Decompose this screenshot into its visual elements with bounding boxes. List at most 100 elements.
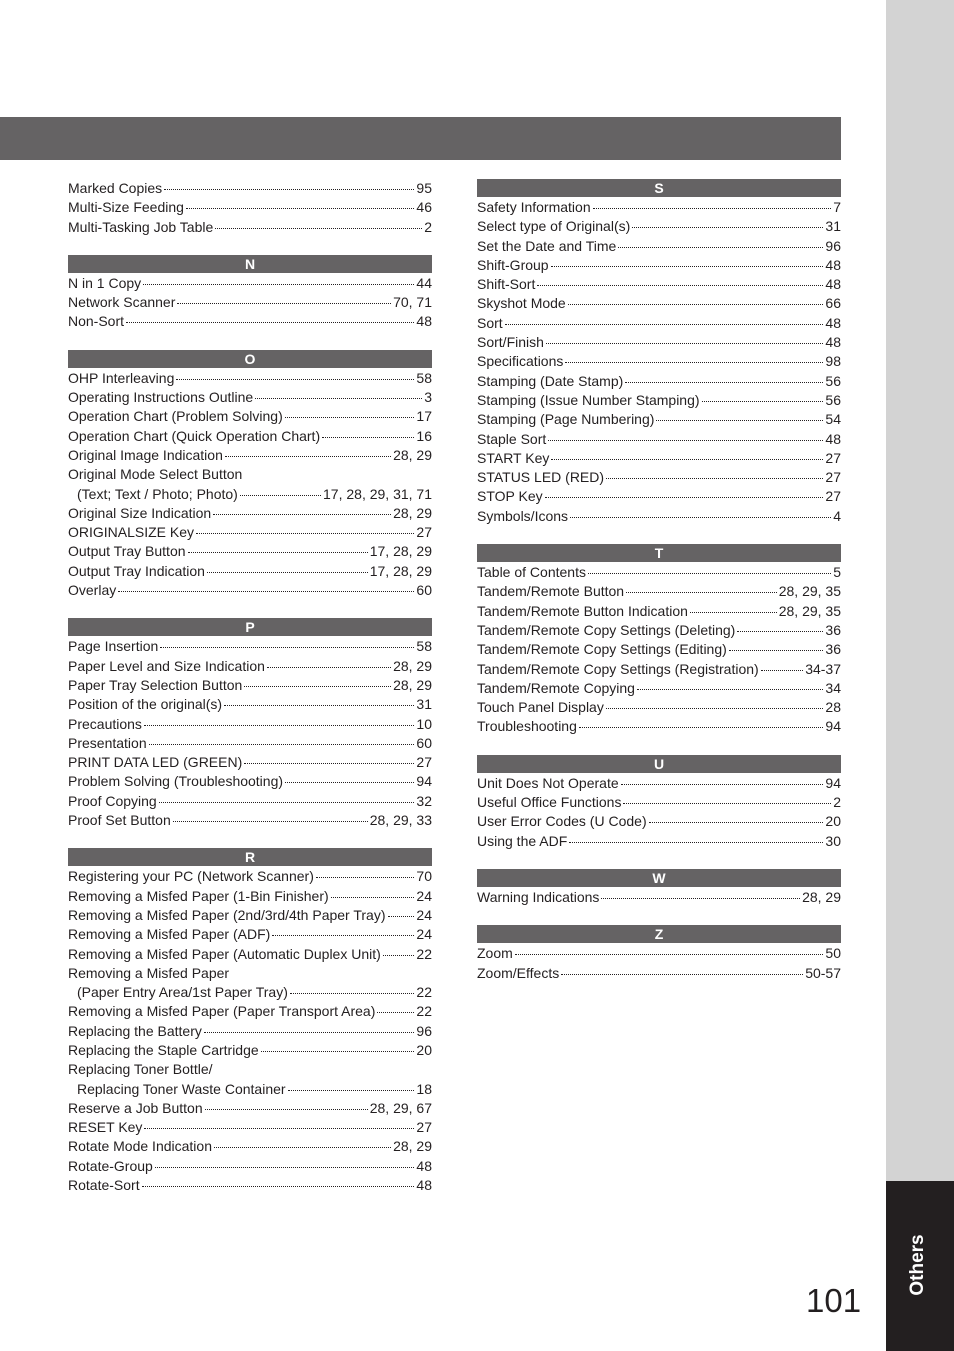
index-entry[interactable]: Select type of Original(s) 31 <box>477 217 841 236</box>
index-entry[interactable]: Removing a Misfed Paper (1-Bin Finisher)… <box>68 887 432 906</box>
index-entry[interactable]: ORIGINALSIZE Key 27 <box>68 523 432 542</box>
index-entry[interactable]: Warning Indications 28, 29 <box>477 888 841 907</box>
index-entry[interactable]: Output Tray Button 17, 28, 29 <box>68 542 432 561</box>
index-entry[interactable]: Removing a Misfed Paper (ADF) 24 <box>68 925 432 944</box>
entry-term: Tandem/Remote Copy Settings (Registratio… <box>477 660 759 677</box>
index-entry[interactable]: Staple Sort 48 <box>477 430 841 449</box>
index-entry[interactable]: OHP Interleaving 58 <box>68 369 432 388</box>
index-entry[interactable]: Paper Tray Selection Button 28, 29 <box>68 676 432 695</box>
index-entry[interactable]: Removing a Misfed Paper (Automatic Duple… <box>68 945 432 964</box>
index-entry[interactable]: RESET Key 27 <box>68 1118 432 1137</box>
entry-term: Unit Does Not Operate <box>477 774 619 791</box>
index-entry[interactable]: (Paper Entry Area/1st Paper Tray) 22 <box>68 983 432 1002</box>
index-entry[interactable]: Tandem/Remote Copy Settings (Deleting) 36 <box>477 621 841 640</box>
index-entry[interactable]: Sort 48 <box>477 314 841 333</box>
section-header: S <box>477 179 841 197</box>
entry-pages: 20 <box>825 813 841 830</box>
entry-pages: 54 <box>825 411 841 428</box>
index-entry[interactable]: Non-Sort 48 <box>68 312 432 331</box>
index-entry[interactable]: Rotate Mode Indication 28, 29 <box>68 1137 432 1156</box>
entry-term: Table of Contents <box>477 564 586 581</box>
index-entry[interactable]: Multi-Size Feeding 46 <box>68 198 432 217</box>
entry-term: Sort <box>477 314 503 331</box>
index-entry[interactable]: Safety Information 7 <box>477 198 841 217</box>
index-entry[interactable]: Skyshot Mode 66 <box>477 294 841 313</box>
entry-term: STOP Key <box>477 488 543 505</box>
index-entry[interactable]: Problem Solving (Troubleshooting) 94 <box>68 772 432 791</box>
index-entry[interactable]: Useful Office Functions 2 <box>477 793 841 812</box>
index-entry[interactable]: Page Insertion 58 <box>68 637 432 656</box>
index-entry[interactable]: Precautions 10 <box>68 715 432 734</box>
index-entry[interactable]: Rotate-Sort 48 <box>68 1176 432 1195</box>
index-entry[interactable]: Table of Contents 5 <box>477 563 841 582</box>
index-entry[interactable]: Paper Level and Size Indication 28, 29 <box>68 657 432 676</box>
index-entry[interactable]: Operation Chart (Problem Solving) 17 <box>68 407 432 426</box>
index-section: Marked Copies 95 Multi-Size Feeding 46 Multi… <box>68 179 432 237</box>
index-entry[interactable]: Shift-Group 48 <box>477 256 841 275</box>
index-entry[interactable]: STOP Key 27 <box>477 487 841 506</box>
index-entry[interactable]: Tandem/Remote Copy Settings (Registratio… <box>477 660 841 679</box>
section-header: U <box>477 754 841 773</box>
index-entry[interactable]: STATUS LED (RED) 27 <box>477 468 841 487</box>
index-entry[interactable]: Zoom 50 <box>477 944 841 963</box>
index-entry[interactable]: Original Size Indication 28, 29 <box>68 504 432 523</box>
index-entry[interactable]: User Error Codes (U Code) 20 <box>477 812 841 831</box>
index-entry[interactable]: Tandem/Remote Button 28, 29, 35 <box>477 582 841 601</box>
index-entry[interactable]: Replacing Toner Bottle/ <box>68 1060 432 1079</box>
index-entry[interactable]: START Key 27 <box>477 449 841 468</box>
index-entry[interactable]: Marked Copies 95 <box>68 179 432 198</box>
index-entry[interactable]: Position of the original(s) 31 <box>68 695 432 714</box>
dot-leader <box>164 189 415 190</box>
index-entry[interactable]: Stamping (Page Numbering) 54 <box>477 410 841 429</box>
index-entry[interactable]: Registering your PC (Network Scanner) 70 <box>68 867 432 886</box>
index-entry[interactable]: Output Tray Indication 17, 28, 29 <box>68 562 432 581</box>
index-entry[interactable]: Zoom/Effects 50-57 <box>477 964 841 983</box>
entry-term: Position of the original(s) <box>68 696 223 713</box>
index-entry[interactable]: Operation Chart (Quick Operation Chart) 1… <box>68 427 432 446</box>
entry-term: Troubleshooting <box>477 718 577 735</box>
index-entry[interactable]: Original Image Indication 28, 29 <box>68 446 432 465</box>
dot-leader <box>605 708 824 710</box>
dot-leader <box>689 611 777 613</box>
index-entry[interactable]: Network Scanner 70, 71 <box>68 293 432 312</box>
index-entry[interactable]: PRINT DATA LED (GREEN) 27 <box>68 753 432 772</box>
index-entry[interactable]: Overlay 60 <box>68 581 432 600</box>
index-entry[interactable]: Shift-Sort 48 <box>477 275 841 294</box>
index-entry[interactable]: Removing a Misfed Paper (2nd/3rd/4th Pap… <box>68 906 432 925</box>
index-entry[interactable]: Replacing the Staple Cartridge 20 <box>68 1041 432 1060</box>
index-entry[interactable]: Original Mode Select Button <box>68 465 432 484</box>
dot-leader <box>177 303 392 305</box>
index-entry[interactable]: N in 1 Copy 44 <box>68 274 432 293</box>
index-entry[interactable]: Removing a Misfed Paper (Paper Transport… <box>68 1002 432 1021</box>
index-entry[interactable]: Reserve a Job Button 28, 29, 67 <box>68 1099 432 1118</box>
entry-pages: 24 <box>416 926 432 943</box>
index-entry[interactable]: Proof Copying 32 <box>68 792 432 811</box>
index-entry[interactable]: Tandem/Remote Copying 34 <box>477 679 841 698</box>
index-entry[interactable]: Rotate-Group 48 <box>68 1157 432 1176</box>
index-entry[interactable]: Multi-Tasking Job Table 2 <box>68 218 432 237</box>
index-entry[interactable]: Tandem/Remote Copy Settings (Editing) 36 <box>477 640 841 659</box>
index-entry[interactable]: Presentation 60 <box>68 734 432 753</box>
dot-leader <box>587 573 832 575</box>
index-entry[interactable]: Unit Does Not Operate 94 <box>477 774 841 793</box>
index-entry[interactable]: (Text; Text / Photo; Photo) 17, 28, 29, 3… <box>68 485 432 504</box>
index-entry[interactable]: Tandem/Remote Button Indication 28, 29, 3… <box>477 602 841 621</box>
entry-pages: 17, 28, 29, 31, 71 <box>323 485 432 502</box>
index-entry[interactable]: Troubleshooting 94 <box>477 717 841 736</box>
index-entry[interactable]: Set the Date and Time 96 <box>477 237 841 256</box>
index-entry[interactable]: Stamping (Issue Number Stamping) 56 <box>477 391 841 410</box>
index-entry[interactable]: Removing a Misfed Paper <box>68 964 432 983</box>
index-entry[interactable]: Stamping (Date Stamp) 56 <box>477 372 841 391</box>
index-entry[interactable]: Replacing the Battery 96 <box>68 1022 432 1041</box>
index-entry[interactable]: Touch Panel Display 28 <box>477 698 841 717</box>
index-entry[interactable]: Replacing Toner Waste Container 18 <box>68 1080 432 1099</box>
index-entry[interactable]: Operating Instructions Outline 3 <box>68 388 432 407</box>
index-entry[interactable]: Using the ADF 30 <box>477 832 841 851</box>
entry-term: Touch Panel Display <box>477 699 604 716</box>
index-entry[interactable]: Sort/Finish 48 <box>477 333 841 352</box>
index-entry[interactable]: Proof Set Button 28, 29, 33 <box>68 811 432 830</box>
index-entry[interactable]: Specifications 98 <box>477 352 841 371</box>
index-section-t: T Table of Contents 5 Tandem/Remote Button 2… <box>477 544 841 737</box>
index-entry[interactable]: Symbols/Icons 4 <box>477 507 841 526</box>
dot-leader <box>550 265 824 267</box>
